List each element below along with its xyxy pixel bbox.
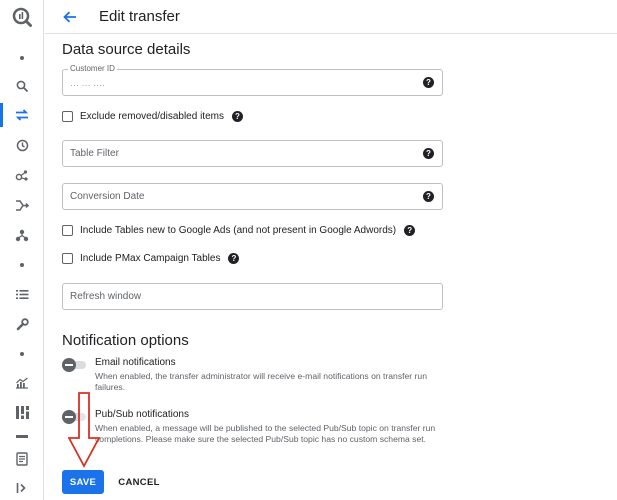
page-header: Edit transfer — [45, 0, 617, 34]
left-nav-rail — [0, 0, 44, 500]
transfer-form: Data source details Customer ID ··· ··· … — [62, 34, 617, 500]
pubsub-notifications-description: When enabled, a message will be publishe… — [95, 423, 436, 444]
history-icon[interactable] — [0, 133, 44, 157]
exclude-removed-row: Exclude removed/disabled items ? — [62, 111, 243, 122]
customer-id-value: ··· ··· ···· — [70, 80, 105, 90]
bigquery-logo-icon[interactable] — [0, 4, 44, 30]
arrow-back-icon — [63, 11, 76, 22]
include-new-tables-checkbox[interactable] — [62, 225, 73, 236]
save-button[interactable]: SAVE — [62, 470, 104, 494]
page-title: Edit transfer — [99, 8, 180, 25]
include-pmax-checkbox[interactable] — [62, 253, 73, 264]
conversion-date-placeholder: Conversion Date — [70, 191, 145, 202]
data-source-section-title: Data source details — [62, 41, 191, 58]
transfers-icon[interactable] — [0, 103, 44, 127]
include-pmax-label: Include PMax Campaign Tables — [80, 253, 221, 264]
back-button[interactable] — [57, 4, 83, 30]
exclude-removed-checkbox[interactable] — [62, 111, 73, 122]
collapse-icon[interactable] — [0, 476, 44, 500]
rail-dot — [0, 342, 44, 366]
help-icon[interactable]: ? — [423, 191, 434, 202]
email-notifications-label: Email notifications — [95, 357, 176, 368]
list-icon[interactable] — [0, 282, 44, 306]
include-new-tables-label: Include Tables new to Google Ads (and no… — [80, 225, 397, 236]
dataform-icon[interactable] — [0, 223, 44, 247]
analytics-hub-icon[interactable] — [0, 163, 44, 187]
help-icon[interactable]: ? — [404, 225, 416, 236]
rail-dot — [0, 46, 44, 70]
refresh-window-placeholder: Refresh window — [70, 291, 142, 302]
include-new-tables-row: Include Tables new to Google Ads (and no… — [62, 225, 416, 236]
search-icon[interactable] — [0, 74, 44, 98]
email-notifications-description: When enabled, the transfer administrator… — [95, 371, 427, 392]
conversion-date-input[interactable]: Conversion Date ? — [62, 183, 443, 210]
wrench-icon[interactable] — [0, 312, 44, 336]
rail-dot — [0, 253, 44, 277]
customer-id-field[interactable]: Customer ID ··· ··· ···· ? — [62, 64, 443, 96]
refresh-window-input[interactable]: Refresh window — [62, 283, 443, 310]
exclude-removed-label: Exclude removed/disabled items — [80, 111, 224, 122]
email-notifications-toggle[interactable] — [62, 358, 88, 372]
annotation-arrow-icon — [68, 392, 101, 468]
cancel-button[interactable]: CANCEL — [114, 470, 164, 494]
help-icon[interactable]: ? — [231, 111, 243, 122]
include-pmax-row: Include PMax Campaign Tables ? — [62, 253, 240, 264]
dataflow-icon[interactable] — [0, 193, 44, 217]
help-icon[interactable]: ? — [423, 77, 434, 88]
pubsub-notifications-label: Pub/Sub notifications — [95, 409, 189, 420]
release-notes-icon[interactable] — [0, 447, 44, 471]
table-filter-input[interactable]: Table Filter ? — [62, 140, 443, 167]
help-icon[interactable]: ? — [228, 253, 240, 264]
customer-id-label: Customer ID — [68, 64, 117, 73]
table-filter-placeholder: Table Filter — [70, 148, 119, 159]
help-icon[interactable]: ? — [423, 148, 434, 159]
monitoring-icon[interactable] — [0, 371, 44, 395]
notification-section-title: Notification options — [62, 332, 189, 349]
dashboard-icon[interactable] — [0, 400, 44, 424]
rail-divider — [0, 430, 44, 442]
